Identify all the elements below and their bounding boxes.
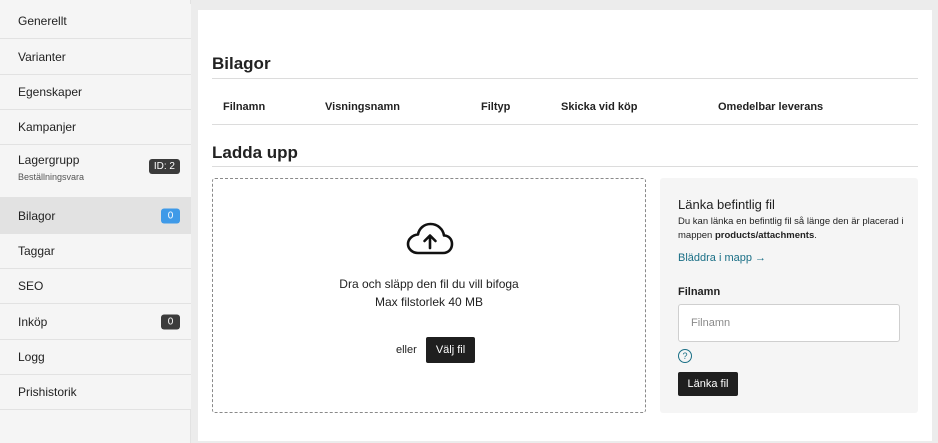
main-panel: Bilagor Filnamn Visningsnamn Filtyp Skic… <box>198 10 932 441</box>
table-header-divider <box>212 124 918 125</box>
browse-folder-link[interactable]: Bläddra i mapp → <box>678 252 766 264</box>
sidebar-item-label: Inköp <box>18 314 48 329</box>
link-existing-description: Du kan länka en befintlig fil så länge d… <box>678 215 906 243</box>
sidebar-item-label: Bilagor <box>18 208 56 223</box>
upload-heading: Ladda upp <box>212 143 298 162</box>
sidebar-item-logg[interactable]: Logg <box>0 340 191 375</box>
attachments-heading: Bilagor <box>212 54 271 73</box>
sidebar-item-label: Egenskaper <box>18 85 83 99</box>
folder-path: products/attachments <box>714 230 815 241</box>
sidebar-item-label: Generellt <box>18 14 67 28</box>
column-header: Skicka vid köp <box>561 101 638 113</box>
sidebar-item-taggar[interactable]: Taggar <box>0 234 191 269</box>
sidebar-item-kampanjer[interactable]: Kampanjer <box>0 110 191 145</box>
drop-instructions: Dra och släpp den fil du vill bifoga <box>339 277 519 291</box>
sidebar-item-label: Logg <box>18 350 45 364</box>
description-end: . <box>814 230 817 241</box>
cloud-upload-icon <box>406 222 454 255</box>
sidebar-item-lagergrupp[interactable]: Lagergrupp Beställningsvara ID: 2 <box>0 145 191 198</box>
column-header: Omedelbar leverans <box>718 101 824 113</box>
sidebar-item-sublabel: Beställningsvara <box>18 172 85 182</box>
file-dropzone[interactable]: Dra och släpp den fil du vill bifoga Max… <box>212 178 646 413</box>
sidebar-item-label: Varianter <box>18 49 66 64</box>
sidebar-item-generellt[interactable]: Generellt <box>0 4 191 39</box>
filename-input[interactable] <box>678 304 900 342</box>
sidebar-item-inkop[interactable]: Inköp 0 <box>0 304 191 340</box>
divider <box>212 166 918 167</box>
help-icon[interactable]: ? <box>678 349 692 363</box>
link-existing-panel: Länka befintlig fil Du kan länka en befi… <box>660 178 918 413</box>
sidebar: Generellt Varianter Egenskaper Kampanjer… <box>0 0 191 443</box>
link-existing-title: Länka befintlig fil <box>678 197 775 212</box>
column-header: Filtyp <box>481 101 511 113</box>
sidebar-item-label: Kampanjer <box>18 120 77 134</box>
max-file-size: Max filstorlek 40 MB <box>374 295 484 309</box>
link-file-button[interactable]: Länka fil <box>678 372 738 396</box>
sidebar-item-label: Prishistorik <box>18 385 77 399</box>
count-badge: 0 <box>161 314 180 329</box>
sidebar-item-bilagor[interactable]: Bilagor 0 <box>0 198 191 234</box>
sidebar-item-label: Lagergrupp <box>18 153 80 167</box>
id-badge: ID: 2 <box>148 159 180 174</box>
column-header: Visningsnamn <box>325 101 400 113</box>
column-header: Filnamn <box>223 101 266 113</box>
sidebar-item-egenskaper[interactable]: Egenskaper <box>0 75 191 110</box>
filename-label: Filnamn <box>678 286 721 298</box>
count-badge: 0 <box>161 208 180 223</box>
or-label: eller <box>396 344 417 356</box>
sidebar-item-label: Taggar <box>18 244 55 258</box>
sidebar-item-varianter[interactable]: Varianter <box>0 39 191 75</box>
sidebar-item-label: SEO <box>18 279 44 293</box>
sidebar-item-prishistorik[interactable]: Prishistorik <box>0 375 191 410</box>
choose-file-button[interactable]: Välj fil <box>426 337 475 363</box>
divider <box>212 78 918 79</box>
sidebar-item-seo[interactable]: SEO <box>0 269 191 304</box>
